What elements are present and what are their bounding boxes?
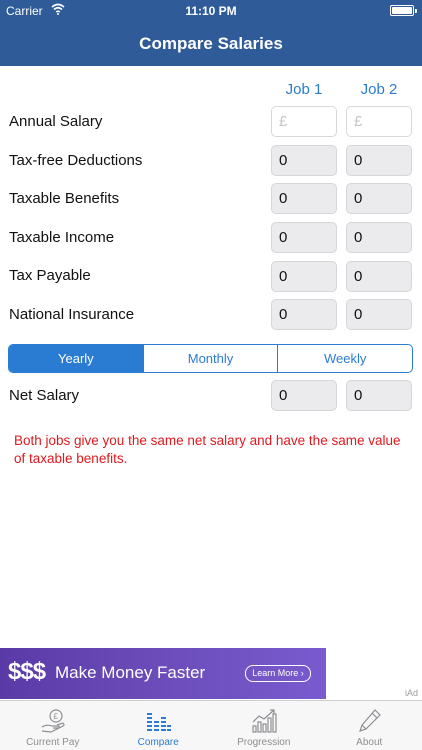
tab-compare-label: Compare [137,737,179,748]
taxable-benefits-job2-field[interactable]: 0 [346,183,412,214]
bars-icon [147,713,172,731]
annual-salary-job2-input[interactable]: £ [346,106,412,137]
page-title: Compare Salaries [139,34,283,53]
chart-icon [252,709,277,733]
tab-bar: £ Current Pay Compare Progression About [0,700,422,750]
tax-payable-label: Tax Payable [9,267,91,284]
tab-about-label: About [356,737,383,748]
net-salary-job1-field[interactable]: 0 [271,380,337,411]
tab-compare[interactable]: Compare [106,701,212,750]
ad-symbol: $$$ [8,658,46,685]
tax-payable-job2-field[interactable]: 0 [346,261,412,292]
tax-free-deductions-job1-field[interactable]: 0 [271,145,337,176]
annual-salary-job1-input[interactable]: £ [271,106,337,137]
svg-text:£: £ [53,712,58,721]
segment-yearly[interactable]: Yearly [9,345,143,372]
taxable-income-job2-field[interactable]: 0 [346,222,412,253]
national-insurance-label: National Insurance [9,306,135,323]
status-bar: Carrier 11:10 PM [0,0,422,22]
ad-learn-more-button[interactable]: Learn More › [245,665,311,682]
tab-progression-label: Progression [237,737,291,748]
status-time: 11:10 PM [185,4,237,18]
tab-about[interactable]: About [317,701,422,750]
iad-badge: iAd [404,688,418,698]
tax-payable-job1-field[interactable]: 0 [271,261,337,292]
job1-header: Job 1 [285,81,323,98]
net-salary-job2-field[interactable]: 0 [346,380,412,411]
segment-weekly[interactable]: Weekly [277,345,412,372]
national-insurance-job1-field[interactable]: 0 [271,299,337,330]
comparison-message: Both jobs give you the same net salary a… [14,433,401,466]
annual-salary-label: Annual Salary [9,113,103,130]
hand-pound-icon: £ [41,709,65,733]
taxable-benefits-job1-field[interactable]: 0 [271,183,337,214]
pen-icon [359,709,382,732]
tab-current-pay-label: Current Pay [26,737,80,748]
tax-free-deductions-label: Tax-free Deductions [9,152,143,169]
segment-monthly[interactable]: Monthly [142,345,278,372]
navigation-bar: Compare Salaries [0,22,422,66]
taxable-income-job1-field[interactable]: 0 [271,222,337,253]
taxable-income-label: Taxable Income [9,229,115,246]
taxable-benefits-label: Taxable Benefits [9,190,120,207]
net-salary-label: Net Salary [9,387,80,404]
battery-icon [390,5,417,16]
national-insurance-job2-field[interactable]: 0 [346,299,412,330]
ad-text: Make Money Faster [55,663,206,682]
job2-header: Job 2 [360,81,398,98]
period-segmented-control: Yearly Monthly Weekly [8,344,413,373]
tab-current-pay[interactable]: £ Current Pay [0,701,106,750]
tax-free-deductions-job2-field[interactable]: 0 [346,145,412,176]
tab-progression[interactable]: Progression [211,701,317,750]
ad-banner[interactable]: $$$ Make Money Faster Learn More › [0,648,326,699]
